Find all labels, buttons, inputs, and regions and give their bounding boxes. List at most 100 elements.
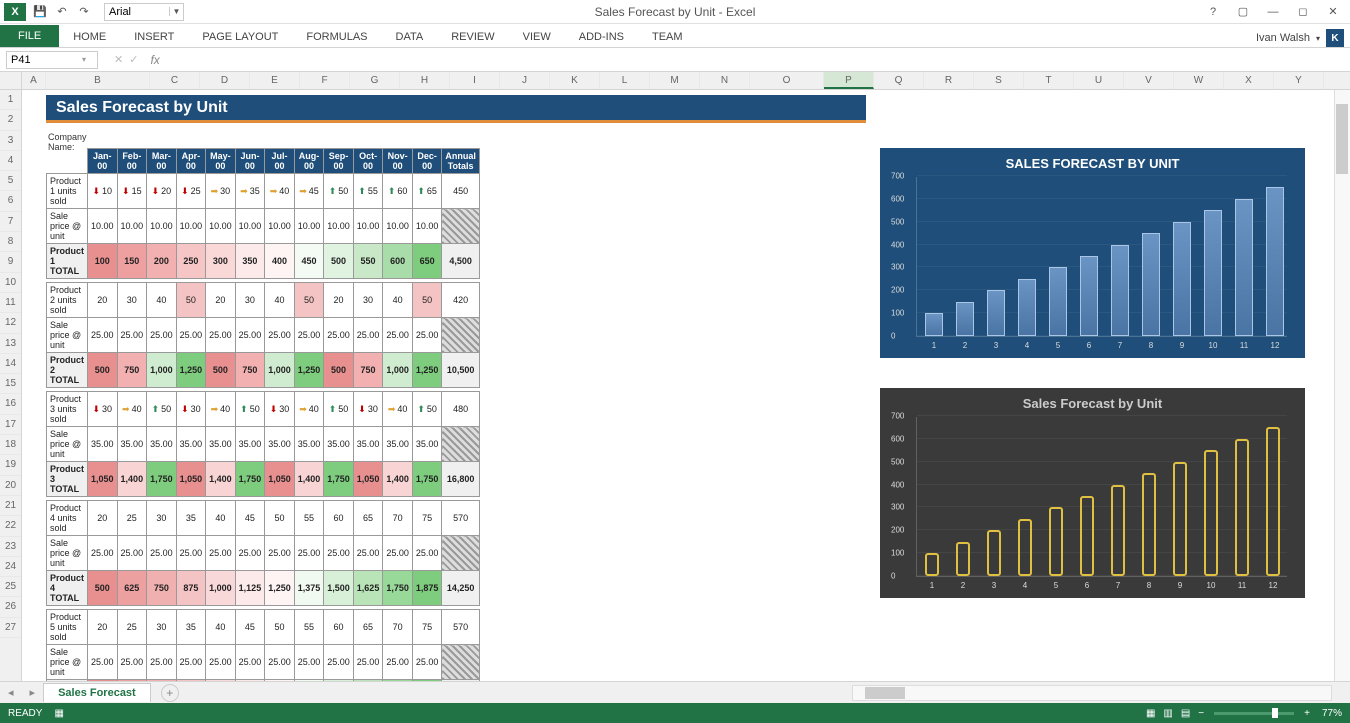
cell[interactable]: 25.00 bbox=[383, 645, 413, 680]
cell[interactable]: 1,250 bbox=[412, 353, 442, 388]
cell[interactable]: ⬆55 bbox=[353, 174, 383, 209]
column-header[interactable]: Q bbox=[874, 72, 924, 89]
cell[interactable]: 25.00 bbox=[412, 318, 442, 353]
cell[interactable]: 40 bbox=[206, 610, 236, 645]
cell[interactable]: 35.00 bbox=[235, 427, 265, 462]
cell[interactable]: 35.00 bbox=[265, 427, 295, 462]
cancel-icon[interactable]: ✕ bbox=[114, 53, 123, 66]
macro-record-icon[interactable]: ▦ bbox=[54, 708, 63, 719]
cell[interactable]: ⬇15 bbox=[117, 174, 147, 209]
cell[interactable]: ➡35 bbox=[235, 174, 265, 209]
row-header[interactable]: 15 bbox=[0, 374, 21, 394]
cell[interactable]: 350 bbox=[235, 244, 265, 279]
tab-view[interactable]: VIEW bbox=[509, 27, 565, 47]
cell[interactable]: 25.00 bbox=[265, 318, 295, 353]
cell[interactable]: 40 bbox=[265, 283, 295, 318]
cell[interactable]: 35.00 bbox=[353, 427, 383, 462]
cell[interactable]: 35.00 bbox=[383, 427, 413, 462]
cell[interactable]: 35.00 bbox=[147, 427, 177, 462]
cell[interactable]: 550 bbox=[353, 244, 383, 279]
cell[interactable]: 750 bbox=[353, 353, 383, 388]
save-icon[interactable]: 💾 bbox=[32, 4, 48, 20]
cell[interactable]: 10.00 bbox=[324, 209, 354, 244]
cell[interactable]: 25 bbox=[117, 501, 147, 536]
cell[interactable]: 25.00 bbox=[324, 645, 354, 680]
cell[interactable]: 400 bbox=[265, 244, 295, 279]
zoom-in-icon[interactable]: + bbox=[1304, 708, 1310, 719]
cell[interactable]: 25.00 bbox=[206, 318, 236, 353]
zoom-slider[interactable] bbox=[1214, 712, 1294, 715]
tab-formulas[interactable]: FORMULAS bbox=[292, 27, 381, 47]
row-header[interactable]: 6 bbox=[0, 191, 21, 211]
cell[interactable]: 35 bbox=[176, 610, 206, 645]
cell[interactable]: 20 bbox=[206, 283, 236, 318]
ribbon-options-icon[interactable]: ▢ bbox=[1230, 2, 1256, 22]
column-header[interactable]: E bbox=[250, 72, 300, 89]
cell[interactable]: 25.00 bbox=[176, 318, 206, 353]
column-header[interactable]: F bbox=[300, 72, 350, 89]
cell[interactable]: 20 bbox=[88, 283, 118, 318]
row-header[interactable]: 24 bbox=[0, 557, 21, 577]
cell[interactable]: 875 bbox=[176, 571, 206, 606]
row-header[interactable]: 11 bbox=[0, 293, 21, 313]
name-box-input[interactable] bbox=[7, 54, 77, 66]
chevron-down-icon[interactable]: ▼ bbox=[169, 7, 183, 16]
cell[interactable]: 70 bbox=[383, 610, 413, 645]
cell[interactable]: ⬇30 bbox=[353, 392, 383, 427]
cell[interactable]: 1,750 bbox=[383, 571, 413, 606]
cell[interactable]: ⬆50 bbox=[147, 392, 177, 427]
row-header[interactable]: 27 bbox=[0, 618, 21, 638]
cell[interactable]: ⬇25 bbox=[176, 174, 206, 209]
forecast-table[interactable]: Jan-00Feb-00Mar-00Apr-00May-00Jun-00Jul-… bbox=[46, 148, 480, 682]
cell[interactable]: 1,250 bbox=[265, 571, 295, 606]
cell[interactable]: ➡40 bbox=[265, 174, 295, 209]
cell[interactable]: 35.00 bbox=[176, 427, 206, 462]
cell[interactable]: 65 bbox=[353, 610, 383, 645]
cell[interactable]: 60 bbox=[324, 610, 354, 645]
cell[interactable]: 10.00 bbox=[117, 209, 147, 244]
column-header[interactable]: S bbox=[974, 72, 1024, 89]
horizontal-scrollbar[interactable] bbox=[852, 685, 1332, 701]
cell[interactable]: 25.00 bbox=[117, 318, 147, 353]
cell[interactable]: 25.00 bbox=[176, 536, 206, 571]
cell[interactable]: 10.00 bbox=[265, 209, 295, 244]
column-header[interactable]: L bbox=[600, 72, 650, 89]
tab-team[interactable]: TEAM bbox=[638, 27, 697, 47]
cell[interactable]: 30 bbox=[235, 283, 265, 318]
tab-nav-next-icon[interactable]: ▸ bbox=[22, 686, 44, 699]
row-header[interactable]: 5 bbox=[0, 171, 21, 191]
cell[interactable]: ⬇30 bbox=[88, 392, 118, 427]
column-header[interactable]: T bbox=[1024, 72, 1074, 89]
cell[interactable]: 1,000 bbox=[147, 353, 177, 388]
cell[interactable]: 1,050 bbox=[88, 462, 118, 497]
row-header[interactable]: 4 bbox=[0, 151, 21, 171]
cell[interactable]: 1,000 bbox=[383, 353, 413, 388]
cell[interactable]: ⬇30 bbox=[265, 392, 295, 427]
view-normal-icon[interactable]: ▦ bbox=[1146, 708, 1155, 719]
cell[interactable]: ➡40 bbox=[294, 392, 324, 427]
cell[interactable]: 10.00 bbox=[147, 209, 177, 244]
cell[interactable]: 25.00 bbox=[147, 318, 177, 353]
cell[interactable]: 10.00 bbox=[294, 209, 324, 244]
cell[interactable]: ➡40 bbox=[117, 392, 147, 427]
cell[interactable]: ⬆50 bbox=[324, 174, 354, 209]
cell[interactable]: 570 bbox=[442, 610, 480, 645]
column-header[interactable]: J bbox=[500, 72, 550, 89]
cell[interactable]: 20 bbox=[324, 283, 354, 318]
row-header[interactable]: 25 bbox=[0, 577, 21, 597]
row-header[interactable]: 1 bbox=[0, 90, 21, 110]
cell[interactable]: 10.00 bbox=[353, 209, 383, 244]
cell[interactable]: 1,050 bbox=[265, 462, 295, 497]
cell[interactable]: 1,250 bbox=[176, 353, 206, 388]
cell[interactable]: 25.00 bbox=[117, 536, 147, 571]
cell[interactable]: 1,750 bbox=[324, 462, 354, 497]
cell[interactable]: ⬇30 bbox=[176, 392, 206, 427]
cell[interactable]: 25.00 bbox=[353, 536, 383, 571]
row-header[interactable]: 23 bbox=[0, 537, 21, 557]
add-sheet-icon[interactable]: + bbox=[161, 684, 179, 702]
cell[interactable]: 14,250 bbox=[442, 571, 480, 606]
row-header[interactable]: 12 bbox=[0, 313, 21, 333]
vertical-scrollbar[interactable] bbox=[1334, 90, 1350, 682]
cell[interactable]: 500 bbox=[206, 353, 236, 388]
cell[interactable]: ⬇10 bbox=[88, 174, 118, 209]
